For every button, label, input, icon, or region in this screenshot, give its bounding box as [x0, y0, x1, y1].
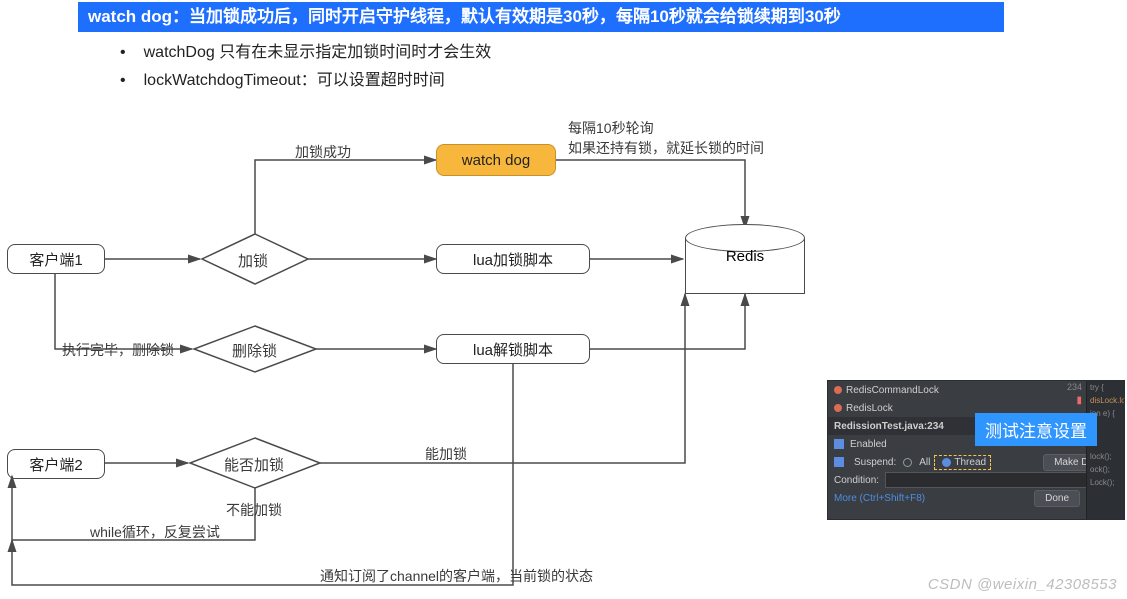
ide-code-line: ock();: [1087, 463, 1124, 476]
ide-line-number: 234: [1067, 382, 1082, 392]
label-lock-success: 加锁成功: [295, 142, 351, 162]
ide-code-line: try {: [1087, 381, 1124, 394]
node-watchdog: watch dog: [436, 144, 556, 176]
ide-code-column: try { disLock.lock(); ion e) { lock(); o…: [1086, 381, 1124, 519]
watermark: CSDN @weixin_42308553: [928, 576, 1117, 593]
banner-heading: watch dog：当加锁成功后，同时开启守护线程，默认有效期是30秒，每隔10…: [78, 2, 1004, 32]
radio-all[interactable]: [903, 458, 912, 467]
diamond-delete-label: 删除锁: [232, 340, 277, 361]
bullet-list: watchDog 只有在未显示指定加锁时间时才会生效 lockWatchdogT…: [120, 38, 491, 94]
radio-thread-highlight[interactable]: Thread: [934, 455, 991, 470]
node-client1: 客户端1: [7, 244, 105, 274]
ide-footer-row: More (Ctrl+Shift+F8) Done: [828, 489, 1124, 507]
diamond-canlock-label: 能否加锁: [224, 454, 284, 475]
node-redis: Redis: [685, 238, 805, 294]
breakpoint-dot-icon: [834, 386, 842, 394]
label-poll2: 如果还持有锁，就延长锁的时间: [568, 138, 764, 158]
node-client2: 客户端2: [7, 449, 105, 479]
bullet-item: lockWatchdogTimeout：可以设置超时时间: [120, 66, 491, 90]
label-canlock-yes: 能加锁: [425, 444, 467, 464]
node-lua-unlock: lua解锁脚本: [436, 334, 590, 364]
ide-code-line: Lock();: [1087, 476, 1124, 489]
callout-test-setting: 测试注意设置: [975, 413, 1097, 446]
ide-suspend-row: Suspend: All Thread Make Default: [828, 453, 1124, 471]
checkbox-icon[interactable]: [834, 439, 844, 449]
ide-breakpoint-popup: try { disLock.lock(); ion e) { lock(); o…: [827, 380, 1125, 520]
radio-thread[interactable]: [942, 458, 951, 467]
checkbox-icon[interactable]: [834, 457, 844, 467]
ide-gutter-icon: ▮: [1076, 395, 1082, 406]
ide-condition-row: Condition:: [828, 471, 1124, 489]
breakpoint-dot-icon: [834, 404, 842, 412]
node-lua-lock: lua加锁脚本: [436, 244, 590, 274]
more-link[interactable]: More (Ctrl+Shift+F8): [834, 493, 925, 504]
label-while-loop: while循环，反复尝试: [90, 522, 220, 542]
label-canlock-no: 不能加锁: [226, 500, 282, 520]
label-notify-channel: 通知订阅了channel的客户端，当前锁的状态: [320, 566, 593, 586]
label-exec-done: 执行完毕，删除锁: [62, 340, 174, 360]
ide-code-line: disLock.lock();: [1087, 394, 1124, 407]
diamond-lock-label: 加锁: [238, 250, 268, 271]
label-poll1: 每隔10秒轮询: [568, 118, 654, 138]
done-button[interactable]: Done: [1034, 490, 1080, 507]
bullet-item: watchDog 只有在未显示指定加锁时间时才会生效: [120, 38, 491, 62]
ide-code-line: lock();: [1087, 450, 1124, 463]
